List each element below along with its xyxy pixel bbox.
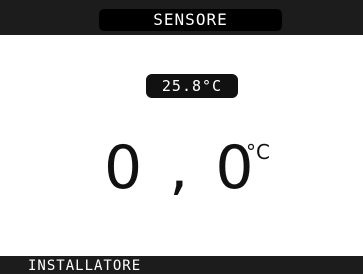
display-screen: SENSORE 25.8°C 0 , 0 °C INSTALLATORE <box>0 0 363 274</box>
footer-menu-label[interactable]: INSTALLATORE <box>28 256 141 274</box>
footer-bar: INSTALLATORE <box>0 256 363 274</box>
sensor-main-value[interactable]: 0 , 0 <box>104 128 254 208</box>
screen-title: SENSORE <box>99 9 282 31</box>
sensor-reading-badge: 25.8°C <box>146 74 238 98</box>
sensor-unit-label: °C <box>246 140 270 164</box>
header-bar: SENSORE <box>0 0 363 35</box>
